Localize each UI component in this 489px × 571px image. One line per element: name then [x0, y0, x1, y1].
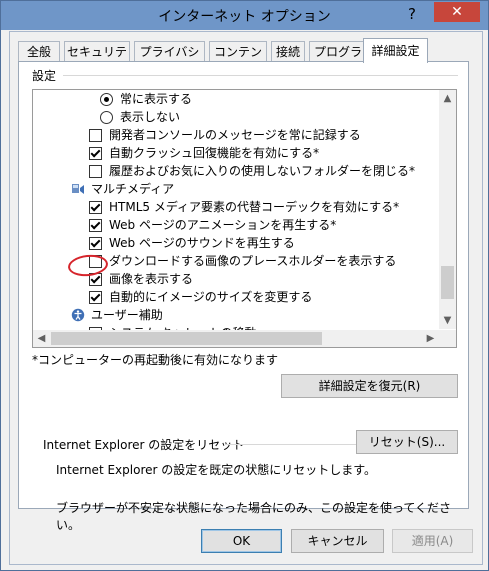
- tab-programs[interactable]: プログラム: [309, 41, 367, 79]
- checkbox[interactable]: [89, 147, 102, 160]
- radio-button[interactable]: [100, 93, 113, 106]
- reset-group-title: Internet Explorer の設定をリセット: [43, 438, 245, 452]
- item-label: Web ページのサウンドを再生する: [109, 236, 295, 250]
- ok-button[interactable]: OK: [201, 529, 282, 553]
- advanced-tab-panel: 設定 常に表示する 表示しない 開発者コンソールのメッセージを常に記録する 自動…: [18, 61, 469, 532]
- checkbox[interactable]: [89, 237, 102, 250]
- close-button[interactable]: ✕: [434, 2, 480, 22]
- tab-content[interactable]: コンテンツ: [209, 41, 267, 79]
- help-button[interactable]: ?: [402, 3, 422, 25]
- item-label: 履歴およびお気に入りの使用しないフォルダーを閉じる*: [109, 164, 416, 178]
- settings-tree-list[interactable]: 常に表示する 表示しない 開発者コンソールのメッセージを常に記録する 自動クラッ…: [32, 89, 457, 348]
- checkbox[interactable]: [89, 291, 102, 304]
- item-label: 画像を表示する: [109, 272, 194, 286]
- scrollbar-corner: [439, 330, 456, 347]
- restart-note: *コンピューターの再起動後に有効になります: [32, 353, 279, 367]
- internet-options-dialog: インターネット オプション ? ✕ 全般 セキュリティ プライバシー コンテンツ…: [0, 0, 489, 571]
- reset-description: Internet Explorer の設定を既定の状態にリセットします。: [56, 463, 377, 477]
- item-label: 自動クラッシュ回復機能を有効にする*: [109, 146, 320, 160]
- accessibility-icon: [71, 308, 85, 322]
- item-label: 常に表示する: [120, 92, 193, 106]
- checkbox[interactable]: [89, 129, 102, 142]
- tab-privacy[interactable]: プライバシー: [134, 41, 205, 79]
- title-bar[interactable]: インターネット オプション ? ✕: [1, 1, 488, 30]
- dialog-client-area: 全般 セキュリティ プライバシー コンテンツ 接続 プログラム 詳細設定 設定 …: [9, 31, 483, 565]
- item-label: HTML5 メディア要素の代替コーデックを有効にする*: [109, 200, 400, 214]
- item-label: 開発者コンソールのメッセージを常に記録する: [109, 128, 361, 142]
- checkbox[interactable]: [89, 219, 102, 232]
- horizontal-scroll-thumb[interactable]: [51, 332, 322, 345]
- scroll-left-icon[interactable]: ◀: [33, 330, 50, 347]
- item-label: 自動的にイメージのサイズを変更する: [109, 290, 313, 304]
- group-divider: [63, 75, 458, 76]
- vertical-scroll-thumb[interactable]: [441, 266, 454, 299]
- checkbox[interactable]: [89, 201, 102, 214]
- scroll-right-icon[interactable]: ▶: [422, 330, 439, 347]
- apply-button[interactable]: 適用(A): [392, 529, 473, 553]
- restore-advanced-settings-button[interactable]: 詳細設定を復元(R): [281, 374, 458, 398]
- multimedia-icon: [72, 184, 84, 194]
- item-label: 表示しない: [120, 110, 181, 124]
- settings-group-label: 設定: [32, 69, 57, 83]
- reset-warning: ブラウザーが不安定な状態になった場合にのみ、この設定を使ってください。: [56, 501, 452, 532]
- tab-security[interactable]: セキュリティ: [64, 41, 130, 79]
- vertical-scrollbar[interactable]: ▲ ▼: [439, 90, 456, 329]
- radio-button[interactable]: [100, 111, 113, 124]
- item-label: Web ページのアニメーションを再生する*: [109, 218, 337, 232]
- horizontal-scrollbar[interactable]: ◀ ▶: [33, 330, 439, 347]
- checkbox[interactable]: [89, 165, 102, 178]
- item-label: ダウンロードする画像のプレースホルダーを表示する: [109, 254, 397, 268]
- scroll-up-icon[interactable]: ▲: [439, 90, 456, 107]
- category-label: ユーザー補助: [91, 308, 163, 322]
- cancel-button[interactable]: キャンセル: [291, 529, 384, 553]
- reset-button[interactable]: リセット(S)...: [356, 430, 458, 454]
- tab-connections[interactable]: 接続: [271, 41, 305, 62]
- category-label: マルチメディア: [91, 182, 175, 196]
- scroll-down-icon[interactable]: ▼: [439, 312, 456, 329]
- tab-general[interactable]: 全般: [18, 41, 60, 62]
- tab-advanced[interactable]: 詳細設定: [363, 38, 428, 63]
